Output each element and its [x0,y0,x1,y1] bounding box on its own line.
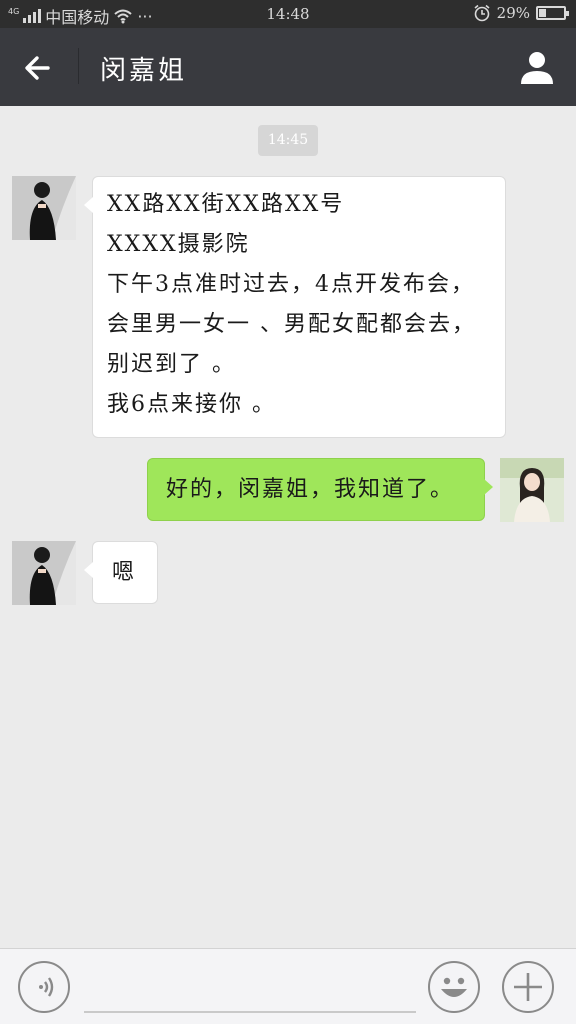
my-avatar[interactable] [500,458,564,522]
status-bar: 4G 中国移动 ··· 14:48 29% [0,0,576,28]
input-bar [0,948,576,1024]
message-input[interactable] [84,1011,416,1013]
message-line: 会里男一女一 、男配女配都会去， [107,312,476,337]
alarm-icon [474,4,490,22]
status-right: 29% [473,4,569,22]
voice-icon [39,977,54,997]
battery-level [539,9,546,17]
message-line: XXXX摄影院 [107,232,250,257]
battery-icon [536,6,569,20]
smiley-icon [441,977,467,997]
message-bubble-incoming[interactable]: XX路XX街XX路XX号 XXXX摄影院 下午3点准时过去，4点开发布会， 会里… [84,176,506,438]
plus-icon [514,973,542,1001]
message-bubble-outgoing[interactable]: 好的，闵嘉姐，我知道了。 [147,458,493,521]
emoji-button[interactable] [428,961,480,1013]
battery-percent: 29% [496,4,530,22]
message-line: 嗯 [112,560,137,585]
voice-toggle-button[interactable] [18,961,70,1013]
more-options-button[interactable] [502,961,554,1013]
chat-header: 闵嘉姐 [0,28,576,106]
message-bubble-incoming[interactable]: 嗯 [84,541,158,604]
header-divider [78,48,79,84]
chat-title: 闵嘉姐 [100,56,188,86]
message-line: 好的，闵嘉姐，我知道了。 [166,477,455,502]
message-line: XX路XX街XX路XX号 [107,192,345,217]
back-arrow-icon[interactable] [18,48,58,88]
message-line: 别迟到了 。 [107,352,236,377]
contact-avatar[interactable] [12,541,76,605]
message-line: 下午3点准时过去，4点开发布会， [107,272,475,297]
person-icon[interactable] [518,48,556,86]
message-timestamp: 14:45 [258,125,318,156]
contact-avatar[interactable] [12,176,76,240]
message-line: 我6点来接你 。 [107,392,276,417]
